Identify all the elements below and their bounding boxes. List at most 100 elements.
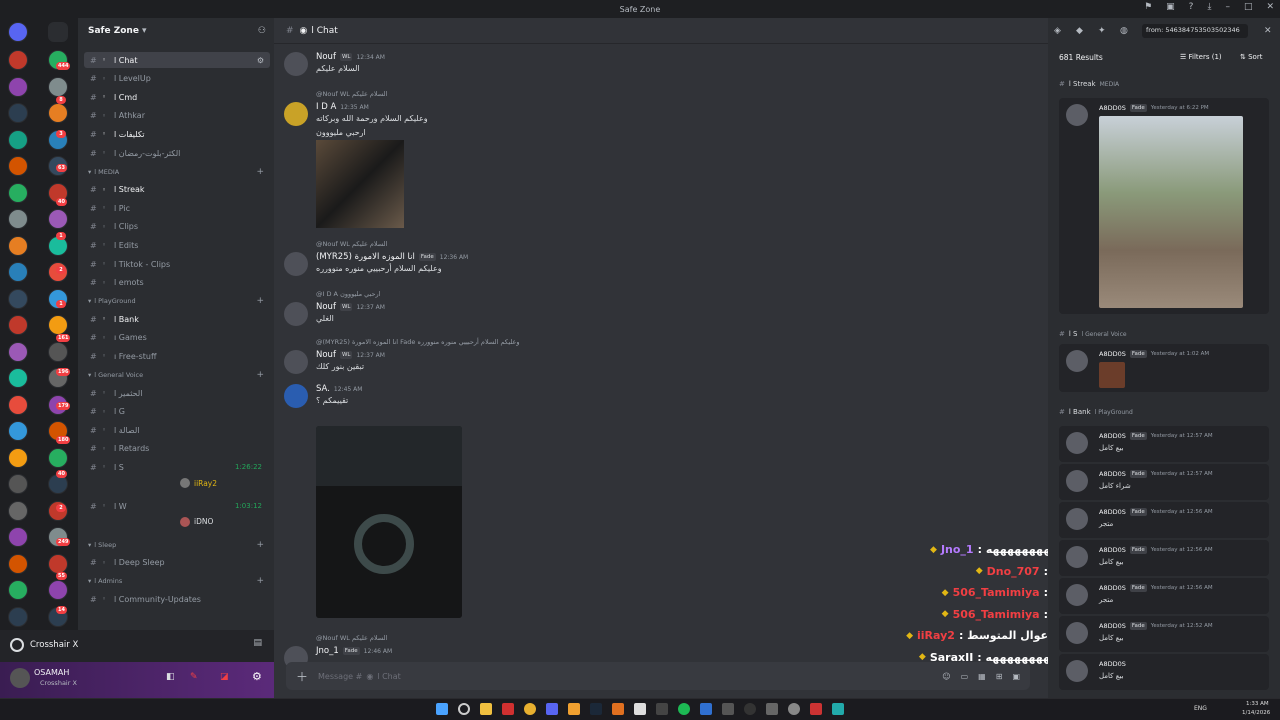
folder-icon[interactable] — [48, 22, 68, 42]
channel-item[interactable]: # ◦ ı Free-stuff — [84, 348, 270, 364]
channel-item[interactable]: # ◦ l LevelUp — [84, 71, 270, 87]
channel-item[interactable]: # ◦ l Retards — [84, 441, 270, 457]
channel-item[interactable]: # ◦ ı Games — [84, 330, 270, 346]
server-icon[interactable] — [8, 341, 28, 362]
avatar[interactable] — [284, 52, 308, 76]
server-icon[interactable] — [48, 209, 68, 229]
server-icon[interactable] — [48, 553, 68, 574]
server-icon[interactable] — [48, 580, 68, 600]
channel-item[interactable]: # ◦ l Deep Sleep — [84, 555, 270, 571]
message-username[interactable]: (MYR25) انا الموزه الامورة — [316, 252, 415, 262]
tray-lang[interactable]: ENG — [1194, 705, 1207, 712]
start-icon[interactable] — [436, 703, 448, 715]
message-username[interactable]: Jno_1 — [316, 646, 339, 656]
search-result[interactable]: A8DD0S Fade Yesterday at 6:22 PM — [1059, 98, 1269, 314]
channel-item[interactable]: # ◦ l G — [84, 404, 270, 420]
server-icon[interactable] — [8, 394, 28, 415]
obs-icon[interactable] — [744, 703, 756, 715]
message[interactable]: Nouf WL 12:34 AM السلام عليكم — [284, 52, 884, 92]
server-icon[interactable] — [8, 262, 28, 282]
discord-icon[interactable] — [546, 703, 558, 715]
help-icon[interactable]: ? — [1189, 2, 1194, 12]
server-icon[interactable] — [8, 235, 28, 256]
tray-time[interactable]: 1:33 AM — [1246, 701, 1269, 707]
app-icon[interactable] — [634, 703, 646, 715]
channel-item[interactable]: # ◦ l الصالة — [84, 422, 270, 438]
server-icon[interactable] — [8, 580, 28, 600]
server-icon[interactable] — [8, 129, 28, 150]
message[interactable]: @Nouf WL السلام عليكم (MYR25) انا الموزه … — [284, 240, 884, 280]
server-icon[interactable] — [8, 421, 28, 441]
search-input[interactable]: from: 546384753503502346 — [1142, 24, 1248, 38]
message-username[interactable]: Nouf — [316, 52, 336, 62]
server-icon[interactable] — [8, 288, 28, 309]
avatar[interactable] — [284, 102, 308, 126]
search-result[interactable]: A8DD0S Fade Yesterday at 12:57 AM بيع كامل — [1059, 426, 1269, 462]
add-attachment-icon[interactable]: ＋ — [296, 668, 308, 685]
add-channel-icon[interactable]: + — [256, 576, 264, 586]
server-icon[interactable] — [8, 606, 28, 627]
notifications-icon[interactable]: ◆ — [1076, 26, 1083, 36]
channel-item[interactable]: # ◦ l Tiktok - Clips — [84, 256, 270, 272]
app-icon[interactable] — [612, 703, 624, 715]
reply-preview[interactable]: @Nouf WL السلام عليكم — [316, 90, 387, 98]
spotify-icon[interactable] — [678, 703, 690, 715]
sort-button[interactable]: ⇅ Sort — [1240, 53, 1262, 61]
message-composer[interactable]: ＋ Message # ◉ l Chat ☺ ▭ ▦ ⊞ ▣ — [286, 662, 1030, 690]
sticker-icon[interactable]: ▦ — [978, 672, 986, 681]
channel-item[interactable]: # ◦ l Cmd — [84, 89, 270, 105]
server-icon[interactable] — [8, 474, 28, 494]
voice-user[interactable]: iiRay2 — [180, 478, 217, 488]
message[interactable]: @Nouf WL السلام عليكم I D A 12:35 AM وعليكم… — [284, 90, 884, 137]
channel-item[interactable]: # ◦ l Chat ⚙ — [84, 52, 270, 68]
app-icon[interactable] — [722, 703, 734, 715]
message[interactable]: SA. 12:45 AM تقييمكم ؟ — [284, 384, 884, 424]
server-icon[interactable] — [48, 447, 68, 468]
search-result[interactable]: A8DD0S Fade Yesterday at 12:56 AM متجر — [1059, 502, 1269, 538]
mute-icon[interactable]: ✎ — [190, 672, 198, 682]
gift-icon[interactable]: ▣ — [1012, 672, 1020, 681]
message-username[interactable]: SA. — [316, 384, 330, 394]
category-header[interactable]: ▾ l General Voice + — [88, 370, 268, 380]
app-icon[interactable] — [502, 703, 514, 715]
app-icon[interactable] — [656, 703, 668, 715]
clear-search-icon[interactable]: ✕ — [1264, 26, 1272, 36]
members-icon[interactable]: ◍ — [1120, 26, 1128, 36]
avatar[interactable] — [284, 302, 308, 326]
deafen-icon[interactable]: ◪ — [220, 672, 229, 682]
channel-item[interactable]: # ◦ l Athkar — [84, 108, 270, 124]
category-header[interactable]: ▾ l Admins + — [88, 576, 268, 586]
avatar[interactable] — [284, 350, 308, 374]
screen-icon[interactable]: ▣ — [1166, 2, 1175, 12]
invite-icon[interactable]: ⚇ — [258, 26, 266, 36]
server-icon[interactable] — [8, 50, 28, 70]
reply-preview[interactable]: @I D A ارحبي مليووون — [316, 290, 381, 298]
chrome-icon[interactable] — [524, 703, 536, 715]
server-icon[interactable] — [8, 527, 28, 547]
app-icon[interactable] — [788, 703, 800, 715]
server-icon[interactable] — [48, 341, 68, 362]
home-button[interactable] — [8, 22, 28, 42]
channel-item[interactable]: # ◦ l Streak — [84, 182, 270, 198]
server-icon[interactable] — [48, 315, 68, 335]
steam-icon[interactable] — [590, 703, 602, 715]
search-icon[interactable] — [458, 703, 470, 715]
message-image[interactable] — [316, 426, 462, 618]
server-icon[interactable] — [8, 553, 28, 574]
avatar[interactable] — [284, 252, 308, 276]
category-header[interactable]: ▾ l PlayGround + — [88, 296, 268, 306]
server-icon[interactable] — [8, 103, 28, 123]
settings-icon[interactable]: ⚙ — [257, 56, 264, 65]
channel-item[interactable]: # ◦ l emots — [84, 275, 270, 291]
message-username[interactable]: I D A — [316, 102, 336, 112]
result-image[interactable] — [1099, 116, 1243, 308]
server-icon[interactable] — [8, 182, 28, 203]
server-icon[interactable] — [8, 368, 28, 388]
download-icon[interactable]: ⤓ — [1207, 2, 1211, 12]
search-result[interactable]: A8DD0S Fade Yesterday at 12:52 AM بيع كامل — [1059, 616, 1269, 652]
threads-icon[interactable]: ◈ — [1054, 26, 1061, 36]
emoji-icon[interactable]: ☺ — [942, 672, 950, 681]
message-image[interactable] — [316, 140, 404, 228]
server-icon[interactable] — [8, 500, 28, 521]
filters-button[interactable]: ☰ Filters (1) — [1180, 53, 1222, 61]
